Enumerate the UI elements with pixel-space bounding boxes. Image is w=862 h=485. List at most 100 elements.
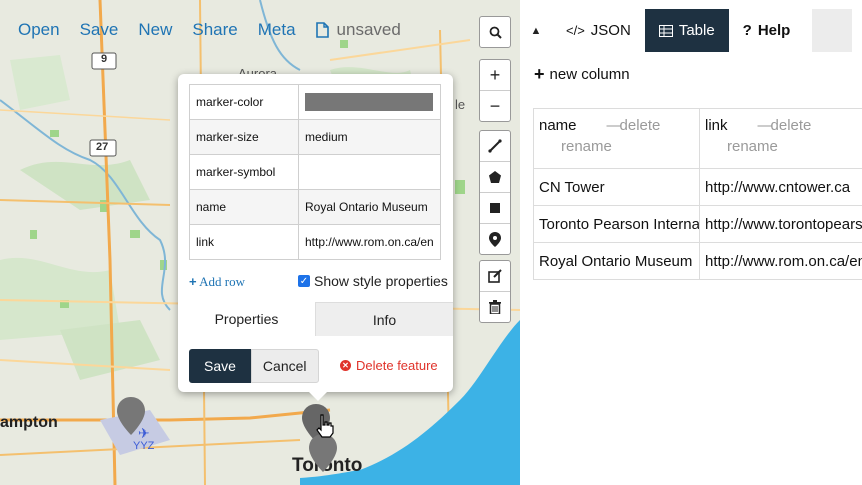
panel-tabs: ▲ </> JSON Table ? Help (520, 9, 853, 52)
edit-layers-button[interactable] (480, 261, 510, 292)
draw-marker-button[interactable] (480, 224, 510, 254)
plus-icon: + (189, 274, 197, 289)
question-icon: ? (742, 22, 752, 39)
delete-layers-button[interactable] (480, 292, 510, 322)
property-value[interactable]: medium (298, 119, 441, 155)
delete-feature-label: Delete feature (356, 358, 438, 373)
save-button[interactable]: Save (189, 349, 251, 383)
menu-meta[interactable]: Meta (248, 20, 306, 40)
property-row: marker-symbol (189, 154, 441, 190)
property-value[interactable]: http://www.rom.on.ca/en (298, 224, 441, 260)
property-key[interactable]: marker-symbol (189, 154, 299, 190)
zoom-in-button[interactable]: + (480, 60, 510, 91)
rename-column-button[interactable]: rename (727, 138, 862, 155)
checkbox-checked-icon[interactable]: ✓ (298, 275, 310, 287)
column-header-name: name delete rename (533, 108, 700, 169)
draw-polygon-button[interactable] (480, 162, 510, 193)
property-row: marker-size medium (189, 119, 441, 155)
file-icon (315, 22, 329, 38)
property-key[interactable]: link (189, 224, 299, 260)
rename-column-button[interactable]: rename (561, 138, 694, 155)
rectangle-icon (490, 203, 500, 213)
marker-pin-cn-tower[interactable] (309, 434, 337, 472)
color-swatch[interactable] (305, 93, 433, 111)
zoom-out-button[interactable]: − (480, 91, 510, 121)
trash-icon (489, 300, 501, 314)
table-cell[interactable]: http://www.torontopearson.com (699, 205, 862, 243)
delete-feature-button[interactable]: ✕ Delete feature (340, 358, 438, 373)
draw-line-button[interactable] (480, 131, 510, 162)
table-header-row: name delete rename link delete rename (533, 108, 862, 169)
top-menu: Open Save New Share Meta unsaved (0, 12, 411, 48)
show-style-label: Show style properties (314, 273, 448, 289)
property-value[interactable] (298, 154, 441, 190)
popup-tabs: Properties Info (178, 302, 453, 336)
property-row: link http://www.rom.on.ca/en (189, 224, 441, 260)
highway-shield-9: 9 (101, 53, 108, 65)
delete-column-button[interactable]: delete (607, 117, 661, 134)
map-label-le: le (455, 97, 466, 112)
menu-open[interactable]: Open (0, 20, 70, 40)
menu-new[interactable]: New (128, 20, 182, 40)
polygon-icon (489, 171, 501, 183)
panel-tab-overflow (812, 9, 853, 52)
edit-control (479, 260, 511, 323)
add-row-button[interactable]: + Add row (189, 274, 245, 290)
collapse-caret-icon[interactable]: ▲ (520, 9, 552, 52)
search-icon (489, 26, 502, 39)
tab-properties[interactable]: Properties (178, 302, 315, 336)
tab-json-label: JSON (590, 22, 631, 39)
tab-help[interactable]: ? Help (729, 9, 805, 52)
draw-rectangle-button[interactable] (480, 193, 510, 224)
table-row: CN Tower http://www.cntower.ca (533, 168, 862, 206)
close-circle-icon: ✕ (340, 360, 351, 371)
property-value[interactable]: Royal Ontario Museum (298, 189, 441, 225)
marker-pin-airport[interactable] (117, 397, 145, 435)
column-header-link: link delete rename (699, 108, 862, 169)
column-name: name (539, 117, 577, 134)
tab-table[interactable]: Table (644, 9, 729, 52)
popup-tip (308, 391, 328, 401)
search-control (479, 16, 511, 48)
file-status: unsaved (306, 20, 411, 40)
tab-help-label: Help (757, 22, 791, 39)
cancel-button[interactable]: Cancel (250, 349, 319, 383)
tab-table-label: Table (678, 22, 715, 39)
property-key[interactable]: marker-color (189, 84, 299, 120)
column-name: link (705, 117, 728, 134)
search-button[interactable] (480, 17, 510, 47)
map-canvas[interactable]: 9 27 Aurora le ampton YYZ ✈ Toronto Open… (0, 0, 520, 485)
new-column-button[interactable]: + new column (534, 64, 630, 85)
zoom-control: + − (479, 59, 511, 122)
property-value-color[interactable] (298, 84, 441, 120)
feature-popup: marker-color marker-size medium marker-s… (178, 74, 453, 401)
popup-actions: Save Cancel (189, 349, 319, 383)
tab-info[interactable]: Info (315, 302, 453, 336)
draw-control (479, 130, 511, 255)
table-row: Royal Ontario Museum http://www.rom.on.c… (533, 242, 862, 280)
new-column-label: new column (549, 66, 630, 83)
menu-save[interactable]: Save (70, 20, 129, 40)
marker-icon (489, 231, 501, 247)
table-cell[interactable]: http://www.cntower.ca (699, 168, 862, 206)
delete-column-button[interactable]: delete (758, 117, 812, 134)
table-cell[interactable]: Toronto Pearson International Airport (533, 205, 700, 243)
properties-table: marker-color marker-size medium marker-s… (189, 84, 441, 260)
plus-icon: + (534, 64, 545, 84)
property-row: marker-color (189, 84, 441, 120)
table-cell[interactable]: CN Tower (533, 168, 700, 206)
edit-icon (488, 269, 502, 283)
property-key[interactable]: marker-size (189, 119, 299, 155)
side-panel: ▲ </> JSON Table ? Help + new column nam… (520, 0, 862, 485)
table-cell[interactable]: Royal Ontario Museum (533, 242, 700, 280)
table-cell[interactable]: http://www.rom.on.ca/en (699, 242, 862, 280)
highway-shield-27: 27 (96, 141, 109, 153)
tab-json[interactable]: </> JSON (552, 9, 645, 52)
property-key[interactable]: name (189, 189, 299, 225)
show-style-toggle[interactable]: ✓ Show style properties (298, 273, 448, 289)
data-table: name delete rename link delete rename CN… (533, 108, 862, 280)
table-icon (658, 24, 673, 37)
menu-share[interactable]: Share (182, 20, 247, 40)
code-icon: </> (566, 23, 585, 38)
file-status-text: unsaved (336, 20, 401, 39)
